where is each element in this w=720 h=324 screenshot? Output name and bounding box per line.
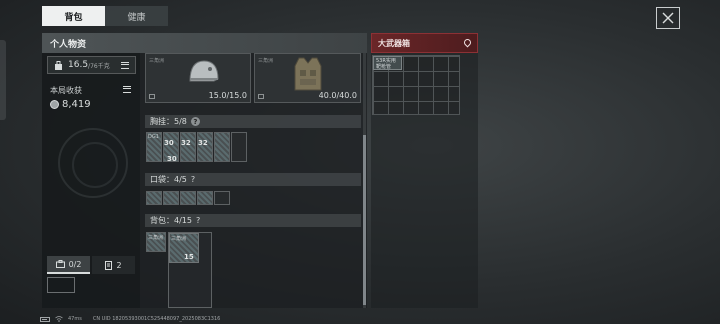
helmet-icon — [189, 60, 219, 82]
document-icon — [105, 260, 113, 270]
pocket-slots — [146, 191, 230, 205]
pocket-slot[interactable] — [197, 191, 213, 205]
backpack-item[interactable]: 三角洲 — [146, 232, 166, 252]
status-bar: 47ms CN UID 18205393001C525448097_202508… — [40, 314, 440, 324]
coin-icon — [50, 100, 59, 109]
pocket-slot[interactable] — [146, 191, 162, 205]
weapons-item-label: 53R实用靶枪管 — [376, 58, 396, 70]
rig-slot[interactable]: 32 — [197, 132, 213, 162]
armor-durability: 40.0/40.0 — [318, 91, 357, 100]
rig-slot[interactable] — [214, 132, 230, 162]
rig-slot[interactable] — [231, 132, 247, 162]
pocket-slot[interactable] — [180, 191, 196, 205]
weapons-box-title: 大武器箱 — [378, 38, 410, 48]
ammo-count: 32 — [181, 139, 191, 147]
list-icon[interactable] — [121, 61, 129, 69]
helmet-label: 三角洲 — [149, 58, 165, 64]
pockets-label: 口袋：4/5 — [150, 175, 187, 184]
container-count: 0/2 — [68, 259, 82, 269]
ping-value: 47ms — [68, 316, 82, 322]
doc-count: 2 — [116, 260, 122, 270]
backpack-header: 背包：4/15 ? — [145, 214, 361, 227]
backpack-label: 背包：4/15 — [150, 216, 192, 225]
close-button[interactable] — [656, 7, 680, 29]
side-handle — [0, 40, 6, 120]
medkit-icon — [55, 260, 65, 268]
lock-icon — [258, 94, 264, 99]
income-value: 8,419 — [62, 99, 91, 110]
ammo-count: 30 — [167, 155, 177, 163]
tab-backpack[interactable]: 背包 — [42, 6, 105, 26]
top-tabs: 背包 健康 — [42, 6, 168, 26]
help-icon[interactable]: ? — [190, 117, 200, 126]
income-value-row: 8,419 — [50, 99, 91, 110]
armor-icon — [294, 57, 322, 91]
help-icon[interactable]: ? — [191, 175, 195, 184]
location-pin-icon[interactable] — [462, 37, 473, 48]
personal-panel-title: 个人物资 — [42, 33, 367, 53]
emblem-watermark — [58, 128, 128, 198]
weight-value: 16.5 — [68, 60, 89, 70]
chest-rig-header: 胸挂：5/8 ? — [145, 115, 361, 128]
chest-rig-slots: DG1 30 32 32 — [146, 132, 247, 162]
uid-text: CN UID 18205393001C525448097_2025083C131… — [92, 316, 221, 322]
helmet-slot[interactable]: 三角洲 15.0/15.0 — [145, 53, 251, 103]
weapons-box-header: 大武器箱 — [371, 33, 478, 53]
income-label: 本局收获 — [50, 86, 82, 95]
weapons-box-item[interactable]: 53R实用靶枪管 — [373, 56, 402, 70]
close-icon — [662, 12, 674, 24]
help-icon[interactable]: ? — [196, 216, 200, 225]
rig-slot[interactable]: DG1 — [146, 132, 162, 162]
battery-icon — [40, 316, 50, 322]
helmet-durability: 15.0/15.0 — [208, 91, 247, 100]
armor-label: 三角洲 — [258, 58, 274, 64]
tab-health[interactable]: 健康 — [105, 6, 168, 26]
secure-slot[interactable] — [47, 277, 75, 293]
ammo-tag: DG1 — [148, 134, 159, 140]
item-label: 三角洲 — [171, 236, 187, 242]
backpack-item-large[interactable]: 三角洲 15 — [169, 233, 199, 263]
income-list-icon[interactable] — [123, 86, 131, 93]
tab-doc[interactable]: 2 — [92, 256, 135, 274]
item-quantity: 15 — [184, 253, 194, 261]
pocket-slot[interactable] — [214, 191, 230, 205]
rig-slot[interactable]: 32 — [180, 132, 196, 162]
lock-icon — [149, 94, 155, 99]
ammo-count: 32 — [198, 139, 208, 147]
weight-icon — [55, 60, 62, 70]
weight-capacity: /76千克 — [88, 62, 110, 70]
tab-container-slots[interactable]: 0/2 — [47, 256, 90, 274]
ammo-count: 30 — [164, 139, 174, 147]
pockets-header: 口袋：4/5 ? — [145, 173, 361, 186]
wifi-icon — [55, 316, 63, 322]
pocket-slot[interactable] — [163, 191, 179, 205]
chest-rig-label: 胸挂：5/8 — [150, 117, 187, 126]
armor-slot[interactable]: 三角洲 40.0/40.0 — [254, 53, 361, 103]
bottom-tabs: 0/2 2 — [47, 256, 135, 274]
item-label: 三角洲 — [148, 235, 164, 241]
weight-indicator[interactable]: 16.5 /76千克 — [47, 56, 136, 74]
scrollbar-thumb[interactable] — [363, 135, 366, 305]
